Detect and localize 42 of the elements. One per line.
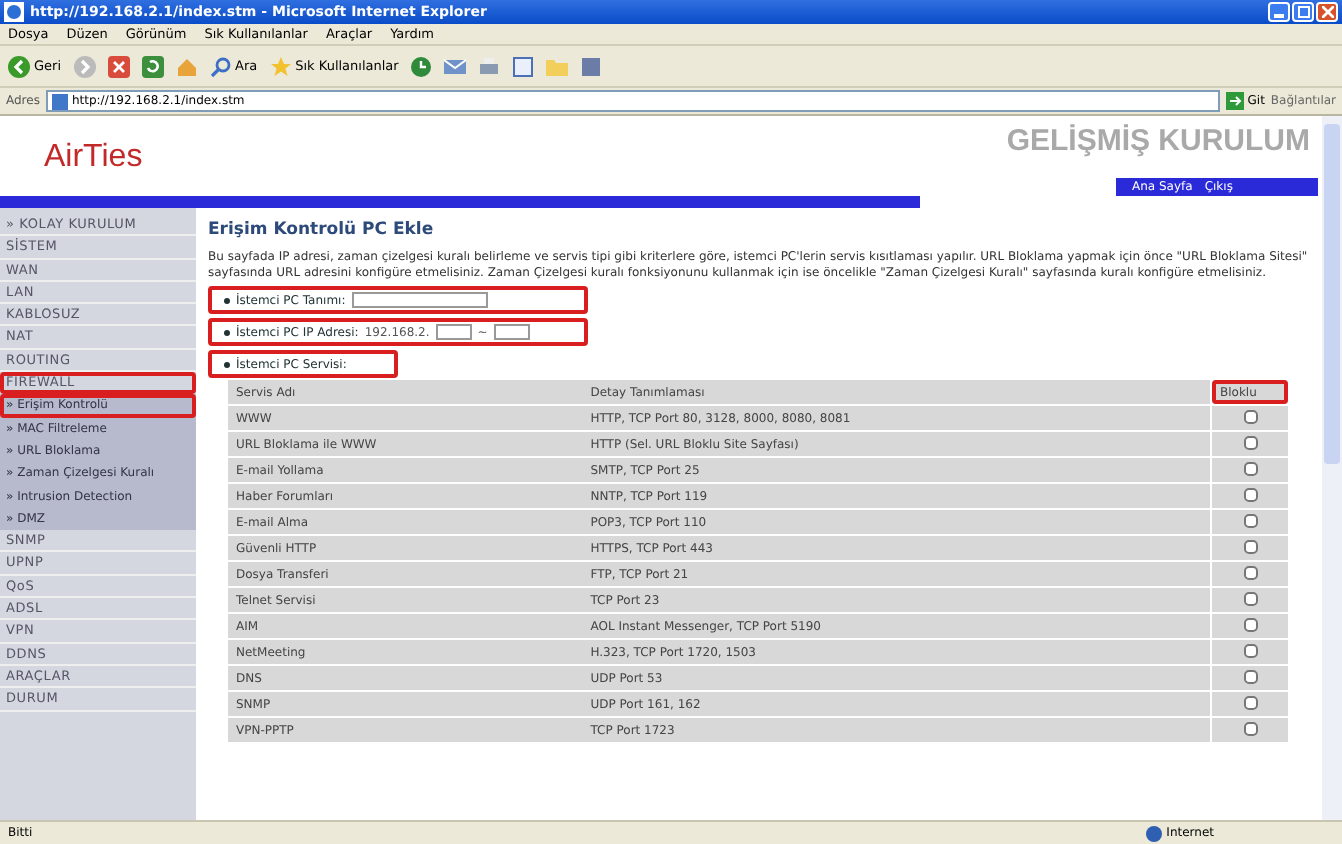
checkbox[interactable] xyxy=(1243,435,1257,449)
logo: AirTies xyxy=(42,138,143,178)
checkbox[interactable] xyxy=(1243,461,1257,475)
checkbox[interactable] xyxy=(1243,695,1257,709)
stop-icon[interactable] xyxy=(107,55,130,77)
bullet-icon xyxy=(224,297,230,303)
scrollbar[interactable] xyxy=(1322,116,1342,820)
checkbox[interactable] xyxy=(1243,409,1257,423)
input-field[interactable] xyxy=(351,292,488,308)
mail-icon[interactable] xyxy=(444,55,467,77)
browser-icon xyxy=(4,2,24,22)
refresh-icon[interactable] xyxy=(141,55,164,77)
back-icon xyxy=(8,55,30,77)
checkbox[interactable] xyxy=(1243,539,1257,553)
page-icon xyxy=(51,93,68,109)
checkbox[interactable] xyxy=(1243,591,1257,605)
bullet-icon xyxy=(224,361,230,367)
checkbox[interactable] xyxy=(1243,643,1257,657)
checkbox[interactable] xyxy=(1243,565,1257,579)
arrow-icon xyxy=(1225,92,1244,110)
minimize-button[interactable] xyxy=(1268,2,1290,22)
maximize-icon xyxy=(1297,6,1309,18)
edit-icon[interactable] xyxy=(512,55,535,77)
checkbox[interactable] xyxy=(1243,721,1257,735)
input-field[interactable] xyxy=(435,324,472,340)
star-icon xyxy=(269,55,292,77)
page-heading: GELİŞMİŞ KURULUM xyxy=(1006,122,1312,158)
checkbox[interactable] xyxy=(1243,669,1257,683)
close-icon xyxy=(1321,6,1333,18)
print-icon[interactable] xyxy=(478,55,501,77)
checkbox[interactable] xyxy=(1243,617,1257,631)
checkbox[interactable] xyxy=(1243,513,1257,527)
section-title: Erişim Kontrolü PC Ekle xyxy=(208,220,436,240)
messenger-icon[interactable] xyxy=(580,55,603,77)
close-button[interactable] xyxy=(1316,2,1338,22)
checkbox[interactable] xyxy=(1243,487,1257,501)
globe-icon xyxy=(1146,825,1163,841)
history-icon[interactable] xyxy=(410,55,433,77)
bullet-icon xyxy=(224,329,230,335)
input-field[interactable] xyxy=(493,324,530,340)
search-icon xyxy=(209,55,232,77)
maximize-button[interactable] xyxy=(1292,2,1314,22)
